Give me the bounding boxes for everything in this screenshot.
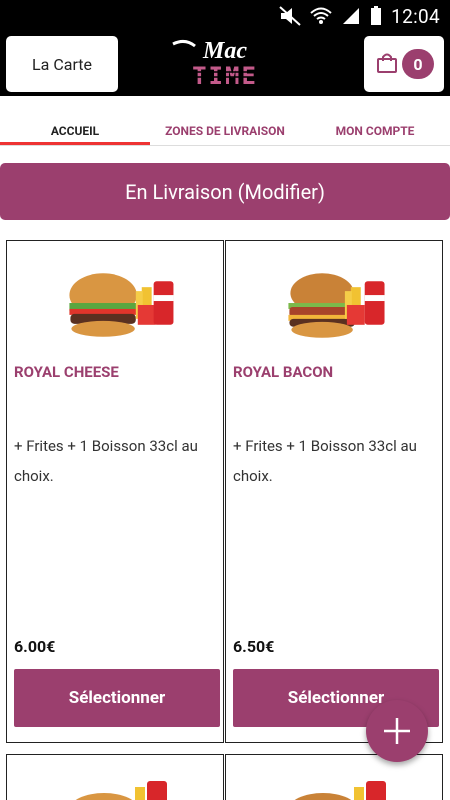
burger-menu-image	[294, 781, 386, 800]
svg-text:TIME: TIME	[192, 62, 258, 88]
app-bar: La Carte Mac TIME 0	[0, 32, 450, 96]
menu-button[interactable]: La Carte	[6, 36, 118, 92]
tab-accueil[interactable]: ACCUEIL	[0, 118, 150, 145]
product-price: 6.50€	[233, 637, 275, 656]
shopping-bag-icon	[377, 53, 397, 73]
product-card	[6, 754, 224, 800]
product-price: 6.00€	[14, 637, 56, 656]
product-card: ROYAL CHEESE + Frites + 1 Boisson 33cl a…	[6, 240, 224, 743]
add-fab-button[interactable]	[366, 700, 428, 762]
battery-icon	[371, 6, 382, 25]
cart-button[interactable]: 0	[364, 36, 444, 92]
clock: 12:04	[391, 4, 440, 28]
tab-mon-compte[interactable]: MON COMPTE	[300, 118, 450, 145]
product-name: ROYAL BACON	[233, 363, 334, 381]
signal-icon	[343, 8, 360, 24]
product-description: + Frites + 1 Boisson 33cl au choix.	[233, 437, 417, 485]
burger-menu-image	[288, 273, 385, 338]
wifi-icon	[310, 7, 332, 24]
tab-bar: ACCUEIL ZONES DE LIVRAISON MON COMPTE	[0, 118, 450, 146]
plus-icon	[384, 718, 410, 744]
svg-text:Mac: Mac	[202, 38, 247, 64]
status-bar: 12:04	[0, 0, 450, 32]
product-name: ROYAL CHEESE	[14, 363, 119, 381]
tab-zones-de-livraison[interactable]: ZONES DE LIVRAISON	[150, 118, 300, 145]
cart-count-badge: 0	[402, 49, 434, 79]
mute-icon	[279, 6, 301, 26]
burger-menu-image	[75, 781, 167, 800]
product-card: ROYAL BACON + Frites + 1 Boisson 33cl au…	[225, 240, 443, 743]
burger-menu-image	[69, 273, 174, 337]
select-button[interactable]: Sélectionner	[14, 669, 220, 727]
delivery-mode-button[interactable]: En Livraison (Modifier)	[0, 163, 450, 220]
mac-time-logo: Mac TIME	[172, 38, 271, 88]
product-description: + Frites + 1 Boisson 33cl au choix.	[14, 437, 198, 485]
